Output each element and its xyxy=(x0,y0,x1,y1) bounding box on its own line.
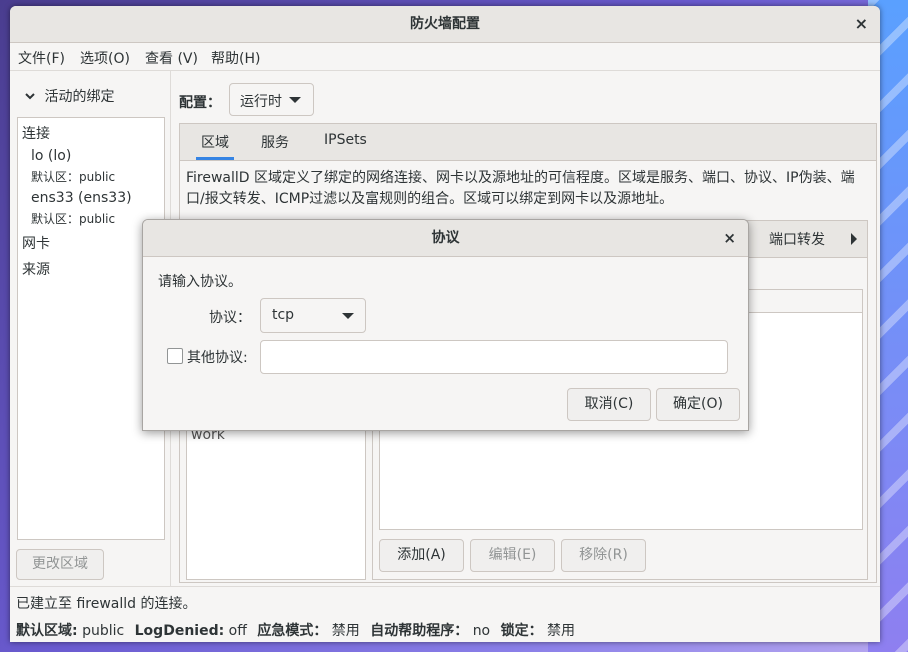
status-info: 默认区域: public LogDenied: off 应急模式： 禁用 自动帮… xyxy=(16,620,575,640)
other-protocol-checkbox[interactable] xyxy=(167,348,183,364)
tab-zones[interactable]: 区域 xyxy=(196,132,234,160)
statusbar: 已建立至 firewalld 的连接。 默认区域: public LogDeni… xyxy=(10,586,880,642)
panic-value: 禁用 xyxy=(331,623,360,639)
dropdown-arrow-icon xyxy=(289,97,301,103)
connection-ens33-name[interactable]: ens33 (ens33) xyxy=(31,190,132,206)
change-zone-button[interactable]: 更改区域 xyxy=(16,549,104,580)
autohelper-value: no xyxy=(472,623,491,639)
window-close-icon[interactable]: × xyxy=(855,6,868,42)
other-protocol-input[interactable] xyxy=(260,340,728,374)
tab-port-forward[interactable]: 端口转发 xyxy=(769,229,825,249)
cancel-button[interactable]: 取消(C) xyxy=(567,388,651,421)
zones-description: FirewallD 区域定义了绑定的网络连接、网卡以及源地址的可信程度。区域是服… xyxy=(186,170,855,207)
connection-ens33-zone: 默认区：public xyxy=(31,212,116,226)
config-value: 运行时 xyxy=(240,94,282,110)
connection-lo-zone: 默认区：public xyxy=(31,170,116,184)
config-label: 配置： xyxy=(179,95,221,111)
main-tabbar: 区域 服务 IPSets xyxy=(180,124,876,161)
connection-status: 已建立至 firewalld 的连接。 xyxy=(16,596,197,612)
sources-header[interactable]: 来源 xyxy=(22,259,50,279)
menu-file[interactable]: 文件(F) xyxy=(18,48,65,68)
dialog-close-icon[interactable]: × xyxy=(723,220,736,256)
add-button[interactable]: 添加(A) xyxy=(379,539,464,572)
autohelper-label: 自动帮助程序： xyxy=(370,623,469,639)
bindings-expander[interactable]: 活动的绑定 xyxy=(24,86,114,106)
protocol-select[interactable]: tcp xyxy=(260,298,366,333)
default-zone-label: 默认区域: xyxy=(16,623,78,639)
menu-view[interactable]: 查看 (V) xyxy=(145,48,198,68)
default-zone-value: public xyxy=(82,623,125,639)
dialog-titlebar: 协议 × xyxy=(143,220,748,257)
config-select[interactable]: 运行时 xyxy=(229,83,314,116)
protocol-label: 协议： xyxy=(209,310,251,326)
menu-options[interactable]: 选项(O) xyxy=(80,48,130,68)
chevron-down-icon xyxy=(25,93,35,100)
logdenied-value: off xyxy=(228,623,247,639)
menu-help[interactable]: 帮助(H) xyxy=(211,48,260,68)
ok-button[interactable]: 确定(O) xyxy=(656,388,740,421)
menubar: 文件(F) 选项(O) 查看 (V) 帮助(H) xyxy=(10,43,880,71)
window-title: 防火墙配置 xyxy=(410,16,480,32)
bindings-header: 活动的绑定 xyxy=(44,89,115,105)
panic-label: 应急模式： xyxy=(257,623,328,639)
remove-button[interactable]: 移除(R) xyxy=(561,539,646,572)
dialog-title: 协议 xyxy=(431,230,460,246)
dialog-prompt: 请输入协议。 xyxy=(158,274,242,290)
tab-ipsets[interactable]: IPSets xyxy=(324,132,367,148)
lockdown-value: 禁用 xyxy=(547,623,576,639)
protocol-value: tcp xyxy=(272,307,295,323)
chevron-right-icon[interactable] xyxy=(849,232,859,246)
tab-services[interactable]: 服务 xyxy=(261,132,289,152)
other-protocol-label[interactable]: 其他协议: xyxy=(187,347,248,367)
window-titlebar: 防火墙配置 × xyxy=(10,6,880,43)
dropdown-arrow-icon xyxy=(342,313,354,319)
edit-button[interactable]: 编辑(E) xyxy=(470,539,555,572)
logdenied-label: LogDenied: xyxy=(134,623,225,639)
lockdown-label: 锁定： xyxy=(500,623,543,639)
interfaces-header[interactable]: 网卡 xyxy=(22,233,50,253)
protocol-dialog: 协议 × 请输入协议。 协议： tcp 其他协议: 取消(C) 确定(O) xyxy=(142,219,749,431)
connection-lo-name[interactable]: lo (lo) xyxy=(31,148,71,164)
connections-header: 连接 xyxy=(22,126,50,142)
